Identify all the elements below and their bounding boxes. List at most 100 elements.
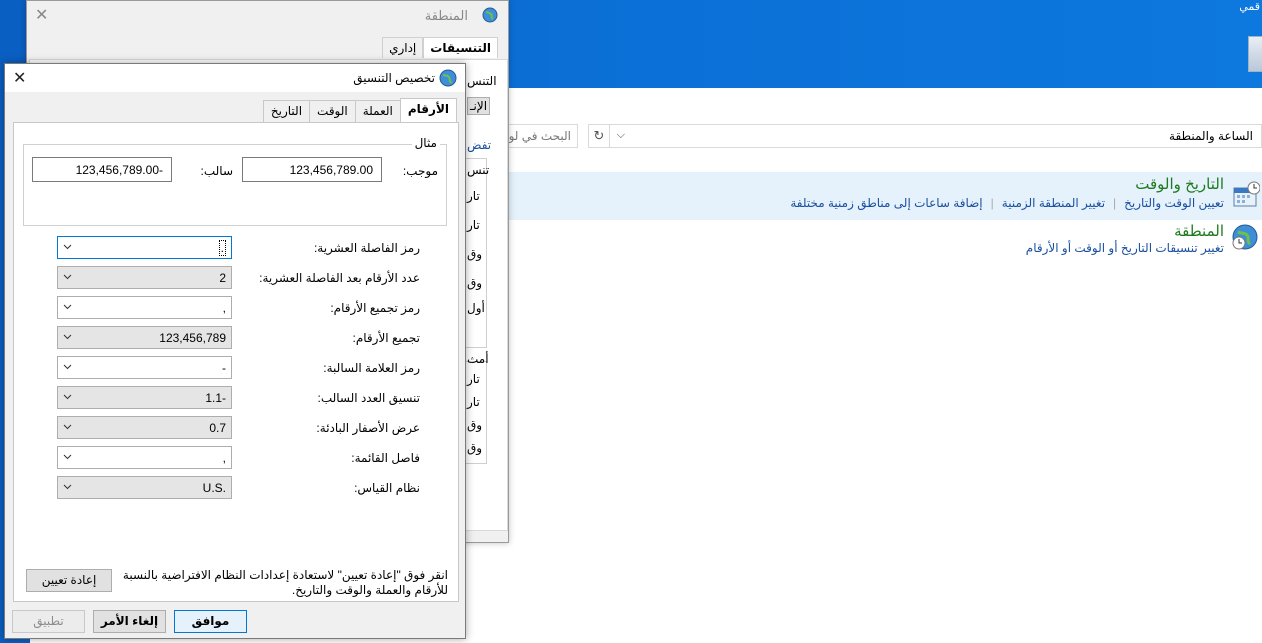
tab-currency[interactable]: العملة [354,100,401,122]
chevron-down-icon [63,454,72,460]
combo-value: , [222,301,226,315]
obscured-combo[interactable]: الإنـ [467,97,491,115]
decimal-symbol-combo[interactable]: . [57,236,232,259]
negative-sign-combo[interactable]: - [57,356,232,379]
obscured-content: التنس الإنـ تفض تنس تار تار وق وق أول [467,63,507,323]
chevron-down-icon[interactable]: ⌵ [615,129,625,142]
leading-zeros-label: عرض الأصفار البادئة: [316,421,420,435]
close-icon[interactable]: ✕ [35,5,48,25]
tab-numbers[interactable]: الأرقام [399,98,457,122]
link-add-clocks[interactable]: إضافة ساعات إلى مناطق زمنية مختلفة [790,196,982,210]
measurement-system-label: نظام القياس: [354,481,420,495]
globe-clock-icon[interactable] [1230,222,1260,252]
combo-value: . [218,240,226,256]
measurement-system-combo[interactable]: U.S. [57,476,232,499]
chevron-down-icon [63,244,72,250]
category-region: المنطقة تغيير تنسيقات التاريخ أو الوقت أ… [498,220,1262,260]
category-title[interactable]: المنطقة [1174,222,1224,240]
list-separator-combo[interactable]: , [57,446,232,469]
category-links: تعيين الوقت والتاريخ|تغيير المنطقة الزمن… [790,196,1224,210]
combo-value: 123,456,789 [159,331,226,345]
digit-grouping-symbol-combo[interactable]: , [57,296,232,319]
digit-grouping-label: تجميع الأرقام: [352,331,421,345]
apply-button[interactable]: تطبيق [12,610,85,633]
calendar-clock-icon[interactable] [1230,180,1260,210]
refresh-icon[interactable]: ↻ [588,124,610,148]
recycle-bin-icon[interactable] [1248,36,1262,72]
control-panel-window: الساعة والمنطقة ⌵ ↻ البحث في لو التاريخ … [468,88,1262,643]
obscured-label: التنس [467,74,497,88]
link-set-time-date[interactable]: تعيين الوقت والتاريخ [1124,196,1224,210]
tab-bar: التنسيقاتإداري [382,37,498,58]
address-bar[interactable]: الساعة والمنطقة ⌵ [588,124,1262,148]
combo-value: 0.7 [209,421,226,435]
obscured-label: وق [467,418,483,432]
obscured-label: وق [467,441,483,455]
leading-zeros-combo[interactable]: 0.7 [57,416,232,439]
category-date-time: التاريخ والوقت تعيين الوقت والتاريخ|تغيي… [498,172,1262,220]
decimal-digits-combo[interactable]: 2 [57,266,232,289]
decimal-symbol-label: رمز الفاصلة العشرية: [313,241,420,255]
digit-grouping-symbol-label: رمز تجميع الأرقام: [330,301,420,315]
positive-label: موجب: [402,164,438,178]
cancel-button[interactable]: إلغاء الأمر [93,610,166,633]
obscured-label: أول [467,301,485,315]
negative-number-format-label: تنسيق العدد السالب: [317,391,420,405]
combo-value: - [222,361,226,375]
obscured-label: تار [467,189,480,203]
tab-administrative[interactable]: إداري [382,37,424,58]
globe-icon [439,69,457,87]
category-title[interactable]: التاريخ والوقت [1135,175,1224,193]
tab-date[interactable]: التاريخ [262,100,311,122]
reset-description: انقر فوق "إعادة تعيين" لاستعادة إعدادات … [122,568,448,597]
chevron-down-icon [63,334,72,340]
decimal-digits-label: عدد الأرقام بعد الفاصلة العشرية: [259,271,420,285]
category-links: تغيير تنسيقات التاريخ أو الوقت أو الأرقا… [1026,241,1224,255]
positive-sample: 123,456,789.00 [242,157,382,182]
chevron-down-icon [63,424,72,430]
obscured-label: وق [467,247,483,261]
dialog-title: تخصيص التنسيق [353,71,435,85]
chevron-down-icon [63,484,72,490]
obscured-link[interactable]: تفض [467,138,491,152]
chevron-down-icon [63,364,72,370]
address-text: الساعة والمنطقة [1169,129,1253,143]
tab-time[interactable]: الوقت [309,100,356,122]
combo-value: , [222,451,226,465]
obscured-label: تنس [467,163,490,177]
combo-value: 2 [219,271,226,285]
obscured-label: وق [467,276,483,290]
sample-group: مثال موجب: 123,456,789.00 سالب: 123,456,… [23,136,447,226]
tab-formats[interactable]: التنسيقات [423,37,498,58]
tab-bar: الأرقام العملة الوقت التاريخ [262,98,457,122]
combo-value: 1.1- [205,391,226,405]
desktop-icon-label[interactable]: قمي [1239,0,1260,13]
link-change-time-zone[interactable]: تغيير المنطقة الزمنية [1002,196,1105,210]
customize-format-dialog: تخصيص التنسيق ✕ الأرقام العملة الوقت الت… [4,63,466,639]
combo-value: U.S. [202,481,226,495]
negative-label: سالب: [200,164,233,178]
sample-legend: مثال [411,136,440,150]
digit-grouping-combo[interactable]: 123,456,789 [57,326,232,349]
obscured-label: تار [467,395,480,409]
negative-sample: 123,456,789.00- [32,157,172,182]
obscured-label: تار [467,372,480,386]
title-bar[interactable]: تخصيص التنسيق ✕ [5,64,465,92]
link-change-formats[interactable]: تغيير تنسيقات التاريخ أو الوقت أو الأرقا… [1026,241,1224,255]
tab-panel-numbers: مثال موجب: 123,456,789.00 سالب: 123,456,… [13,122,459,602]
obscured-content: أمث تار تار وق وق [467,352,507,462]
ok-button[interactable]: موافق [174,610,247,633]
close-icon[interactable]: ✕ [13,68,26,88]
obscured-label: أمث [467,352,489,366]
search-input[interactable]: البحث في لو [498,124,578,148]
list-separator-label: فاصل القائمة: [351,451,420,465]
chevron-down-icon [63,274,72,280]
dialog-title: المنطقة [424,8,468,23]
reset-button[interactable]: إعادة تعيين [26,569,112,592]
chevron-down-icon [63,304,72,310]
negative-number-format-combo[interactable]: 1.1- [57,386,232,409]
chevron-down-icon [63,394,72,400]
negative-sign-label: رمز العلامة السالبة: [323,361,420,375]
globe-icon [482,7,498,23]
obscured-label: تار [467,218,480,232]
